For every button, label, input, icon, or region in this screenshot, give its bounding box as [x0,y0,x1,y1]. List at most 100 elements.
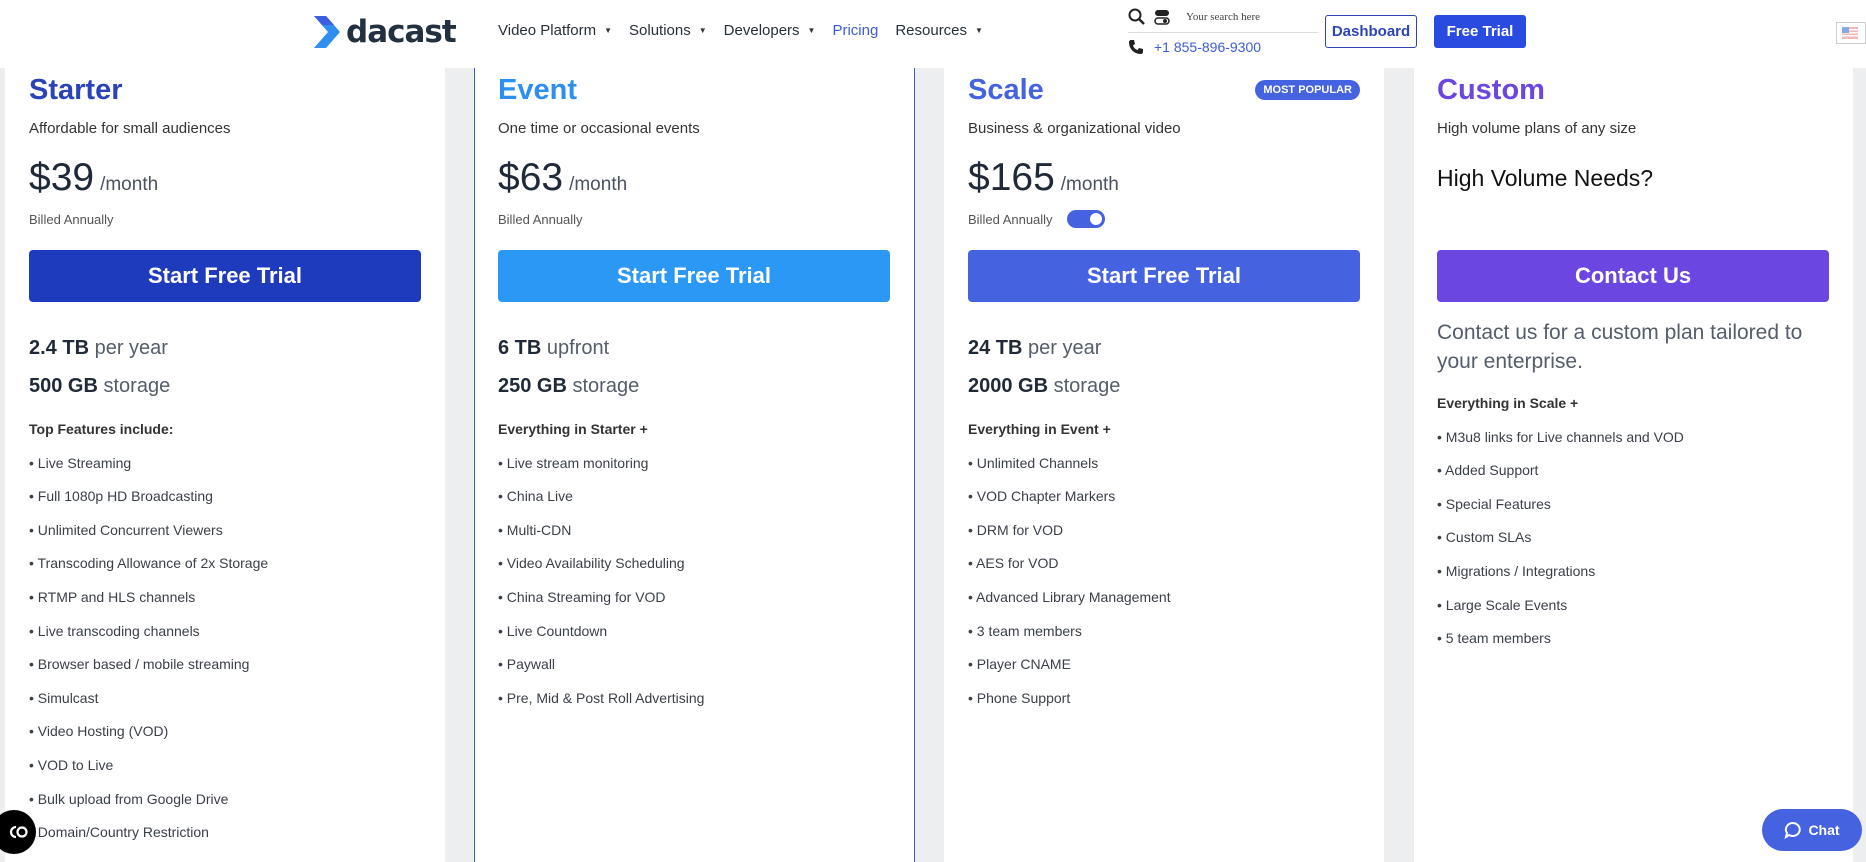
feature-item: VOD to Live [29,756,421,774]
plan-quota: 2.4 TB per year 500 GB storage [29,336,421,398]
feature-item: Unlimited Channels [968,454,1360,472]
start-free-trial-button[interactable]: Start Free Trial [968,250,1360,302]
logo-text: dacast [346,14,457,50]
price-row: $63 /month [498,156,890,200]
feature-item: Live stream monitoring [498,454,890,472]
storage-value: 2000 GB [968,375,1049,397]
plan-quota: 24 TB per year 2000 GB storage [968,336,1360,398]
plan-tagline: Affordable for small audiences [29,120,231,137]
plan-tagline: One time or occasional events [498,120,700,137]
storage-unit: storage [572,375,640,397]
billing-note: Billed Annually [29,208,421,230]
feature-item: Custom SLAs [1437,528,1829,546]
caret-down-icon: ▼ [698,26,707,35]
features-heading: Everything in Scale + [1437,395,1579,411]
price-row: $39 /month [29,156,421,200]
chat-button[interactable]: Chat [1762,809,1862,851]
contact-description: Contact us for a custom plan tailored to… [1437,321,1803,373]
plan-price: $39 [29,156,95,199]
feature-item: China Streaming for VOD [498,588,890,606]
feature-item: Live Countdown [498,622,890,640]
language-selector[interactable] [1836,22,1866,44]
feature-item: Video Availability Scheduling [498,554,890,572]
feature-list: Live Streaming Full 1080p HD Broadcastin… [29,454,421,842]
storage-value: 500 GB [29,375,98,397]
logo-mark-icon [314,16,340,48]
toggle-switch-icon[interactable] [1154,9,1170,25]
start-free-trial-button[interactable]: Start Free Trial [29,250,421,302]
feature-list: M3u8 links for Live channels and VOD Add… [1437,428,1829,648]
search-icon[interactable] [1128,8,1146,26]
feature-item: Video Hosting (VOD) [29,722,421,740]
dacast-logo[interactable]: dacast [312,14,457,50]
features-heading: Everything in Event + [968,421,1111,437]
contact-us-button[interactable]: Contact Us [1437,250,1829,302]
nav-video-platform[interactable]: Video Platform ▼ [498,22,612,39]
plan-name: Starter [29,74,123,106]
us-flag-icon [1842,27,1858,39]
start-free-trial-button[interactable]: Start Free Trial [498,250,890,302]
chat-label: Chat [1808,822,1840,838]
phone-icon [1129,40,1143,54]
billing-note: Billed Annually [498,208,890,230]
feature-item: DRM for VOD [968,521,1360,539]
feature-item: Browser based / mobile streaming [29,655,421,673]
phone-link[interactable]: +1 855-896-9300 [1154,39,1261,55]
feature-item: VOD Chapter Markers [968,487,1360,505]
feature-item: Large Scale Events [1437,596,1829,614]
feature-item: Domain/Country Restriction [29,823,421,841]
features-heading: Everything in Starter + [498,421,648,437]
plan-price: $165 [968,156,1055,199]
feature-item: Transcoding Allowance of 2x Storage [29,554,421,572]
plan-quota: 6 TB upfront 250 GB storage [498,336,890,398]
plan-card-starter: Starter Affordable for small audiences $… [5,68,445,862]
feature-item: Live Streaming [29,454,421,472]
billing-toggle[interactable] [1066,210,1105,228]
plan-card-scale: Scale MOST POPULAR Business & organizati… [944,68,1384,862]
feature-item: Simulcast [29,689,421,707]
plan-tagline: High volume plans of any size [1437,120,1637,137]
site-header: dacast Video Platform ▼ Solutions ▼ Deve… [0,0,1866,68]
billing-label: Billed Annually [968,211,1053,227]
feature-item: Player CNAME [968,655,1360,673]
storage-unit: storage [1053,375,1121,397]
feature-item: Added Support [1437,461,1829,479]
nav-pricing[interactable]: Pricing [832,22,878,39]
main-nav: Video Platform ▼ Solutions ▼ Developers … [498,22,1000,39]
bandwidth-value: 2.4 TB [29,337,90,359]
nav-developers[interactable]: Developers ▼ [724,22,816,39]
feature-item: Migrations / Integrations [1437,562,1829,580]
plan-tagline: Business & organizational video [968,120,1181,137]
feature-item: RTMP and HLS channels [29,588,421,606]
nav-resources[interactable]: Resources ▼ [895,22,983,39]
nav-solutions[interactable]: Solutions ▼ [629,22,707,39]
caret-down-icon: ▼ [604,26,613,35]
bandwidth-unit: per year [1028,337,1102,359]
bandwidth-unit: per year [94,337,168,359]
price-period: /month [569,174,628,195]
price-row: $165 /month [968,156,1360,200]
feature-item: Multi-CDN [498,521,890,539]
feature-item: 3 team members [968,622,1360,640]
plan-card-custom: Custom High volume plans of any size Hig… [1414,68,1853,862]
plan-price: $63 [498,156,564,199]
bandwidth-value: 6 TB [498,337,542,359]
feature-item: Live transcoding channels [29,622,421,640]
feature-item: AES for VOD [968,554,1360,572]
plan-name: Custom [1437,74,1545,106]
feature-item: M3u8 links for Live channels and VOD [1437,428,1829,446]
feature-item: Pre, Mid & Post Roll Advertising [498,689,890,707]
nav-label: Pricing [832,22,879,39]
feature-item: Special Features [1437,495,1829,513]
search-input[interactable]: Your search here [1186,11,1260,23]
caret-down-icon: ▼ [807,26,816,35]
feature-item: China Live [498,487,890,505]
feature-item: Full 1080p HD Broadcasting [29,487,421,505]
free-trial-button[interactable]: Free Trial [1434,15,1526,48]
accessibility-icon [9,825,28,839]
dashboard-button[interactable]: Dashboard [1325,15,1417,48]
price-period: /month [1060,174,1119,195]
feature-item: Paywall [498,655,890,673]
billing-label: Billed Annually [498,211,583,227]
billing-label: Billed Annually [29,211,114,227]
